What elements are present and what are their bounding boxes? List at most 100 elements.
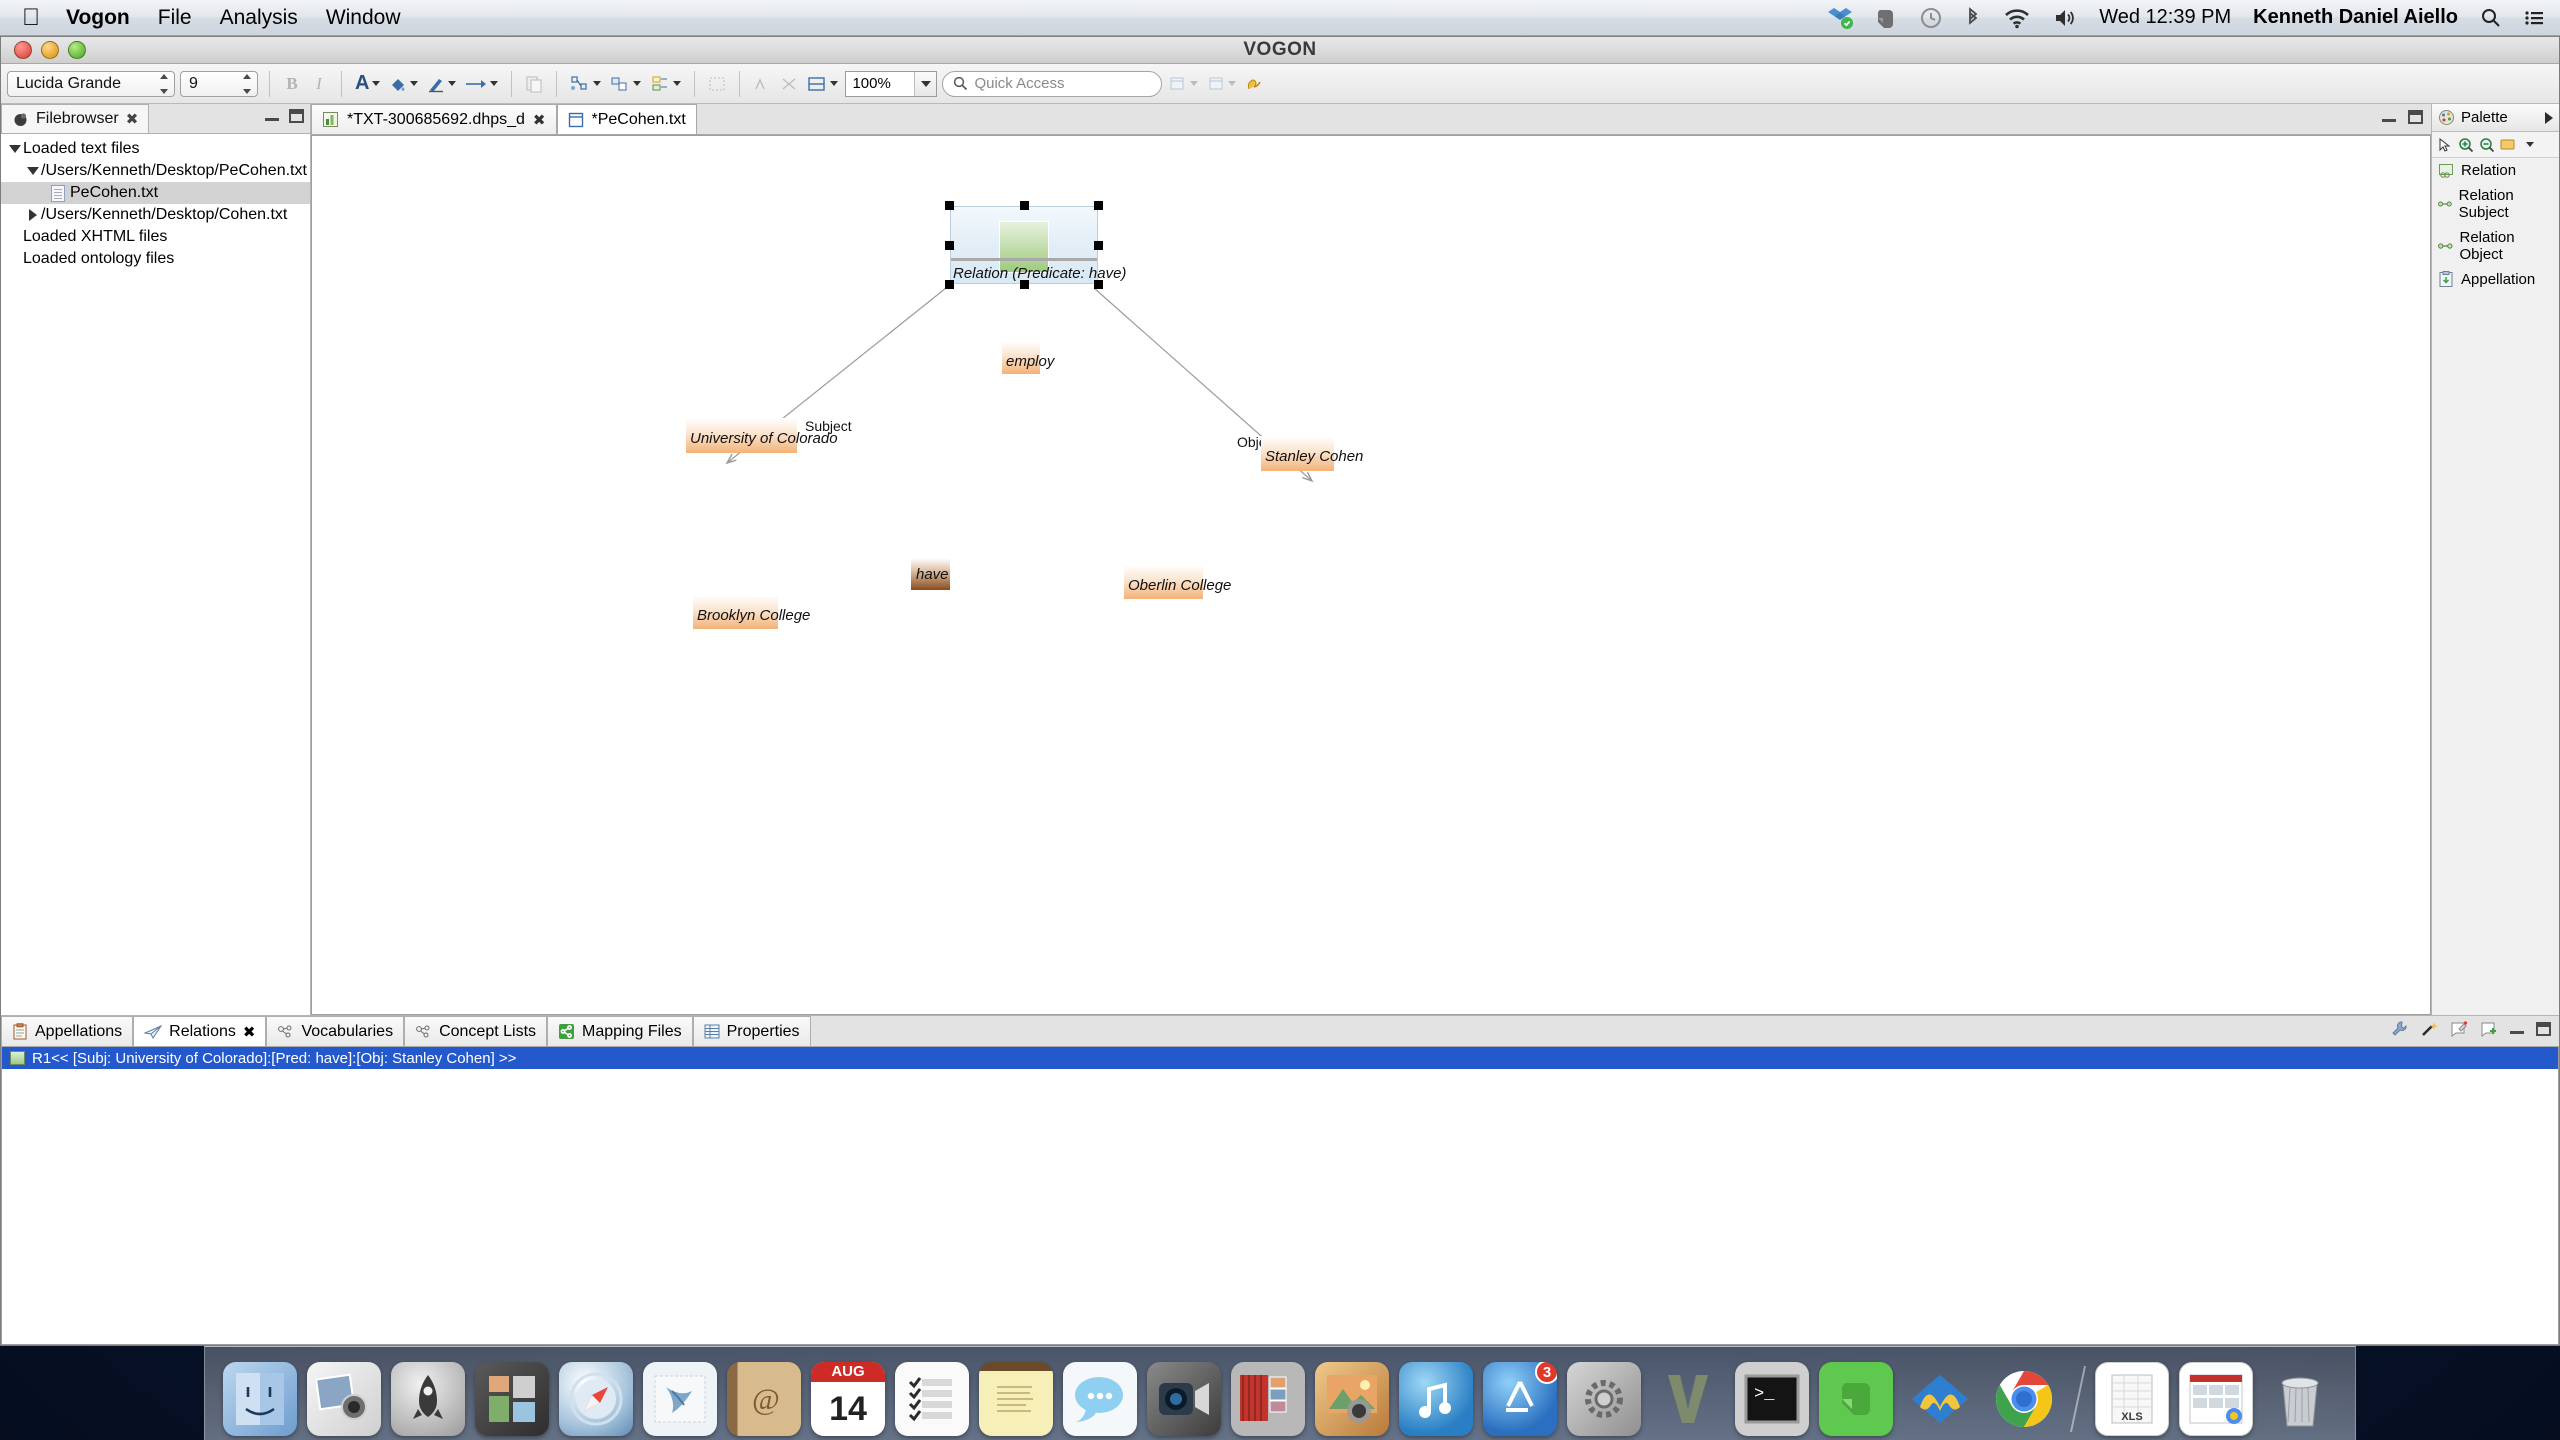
resize-handle-n[interactable]	[1020, 201, 1029, 210]
ruler-icon[interactable]	[751, 70, 773, 98]
graph-node-employ[interactable]: employ	[1002, 341, 1054, 374]
note-tool-icon[interactable]	[2500, 137, 2518, 153]
minimize-icon[interactable]	[2382, 112, 2396, 122]
tab-concept-lists[interactable]: Concept Lists	[404, 1016, 548, 1046]
font-size-combo[interactable]: 9	[180, 70, 258, 97]
volume-icon[interactable]	[2053, 6, 2077, 30]
twisty-down-icon[interactable]	[7, 145, 23, 153]
vogon-perspective-icon[interactable]	[1243, 70, 1267, 98]
minimize-icon[interactable]	[2510, 1024, 2524, 1034]
twisty-right-icon[interactable]	[25, 209, 41, 221]
dock-item-safari[interactable]	[559, 1362, 633, 1436]
close-icon[interactable]: ✖	[126, 110, 139, 128]
tree-row[interactable]: Loaded ontology files	[1, 248, 310, 270]
relation-node-box[interactable]: Relation (Predicate: have)	[950, 206, 1126, 284]
bold-button[interactable]: B	[281, 70, 303, 98]
wrench-icon[interactable]	[2390, 1020, 2408, 1038]
zoom-level-combo[interactable]: 100%	[845, 70, 938, 97]
minimize-icon[interactable]	[265, 111, 279, 121]
tree-row[interactable]: /Users/Kenneth/Desktop/Cohen.txt	[1, 204, 310, 226]
menu-item-analysis[interactable]: Analysis	[220, 6, 298, 30]
match-size-icon[interactable]	[648, 70, 683, 98]
dock-item-system-preferences[interactable]	[1567, 1362, 1641, 1436]
file-tree[interactable]: Loaded text files /Users/Kenneth/Desktop…	[1, 134, 310, 1015]
add-note-icon[interactable]	[2480, 1020, 2498, 1038]
menu-item-file[interactable]: File	[158, 6, 192, 30]
dock-item-notes[interactable]	[979, 1362, 1053, 1436]
copy-format-icon[interactable]	[523, 70, 545, 98]
dock-item-mail[interactable]	[643, 1362, 717, 1436]
dock-item-calendar[interactable]: AUG 14	[811, 1362, 885, 1436]
tab-properties[interactable]: Properties	[692, 1016, 811, 1046]
maximize-icon[interactable]	[2408, 110, 2423, 124]
resize-handle-w[interactable]	[945, 241, 954, 250]
maximize-icon[interactable]	[2536, 1022, 2551, 1036]
maximize-icon[interactable]	[289, 109, 304, 123]
dock-item-xls-file[interactable]: XLS	[2095, 1362, 2169, 1436]
dropbox-icon[interactable]	[1827, 6, 1854, 30]
font-family-stepper[interactable]	[157, 73, 170, 94]
snap-icon[interactable]	[778, 70, 800, 98]
tree-row[interactable]: Loaded XHTML files	[1, 226, 310, 248]
italic-button[interactable]: I	[308, 70, 330, 98]
dock-item-itunes[interactable]	[1399, 1362, 1473, 1436]
timemachine-icon[interactable]	[1919, 6, 1943, 30]
resize-handle-e[interactable]	[1094, 241, 1103, 250]
distribute-nodes-icon[interactable]	[608, 70, 643, 98]
palette-item-appellation[interactable]: Appellation	[2432, 267, 2559, 292]
dock-item-evernote[interactable]	[1819, 1362, 1893, 1436]
editor-tab-text[interactable]: *PeCohen.txt	[556, 104, 697, 134]
dock-item-reminders[interactable]	[895, 1362, 969, 1436]
align-nodes-icon[interactable]	[568, 70, 603, 98]
palette-item-relation[interactable]: Relation	[2432, 158, 2559, 183]
tree-row-selected[interactable]: PeCohen.txt	[1, 182, 310, 204]
dock-item-vogon[interactable]	[1651, 1362, 1725, 1436]
dock-item-photo-booth[interactable]	[1231, 1362, 1305, 1436]
wand-icon[interactable]	[2420, 1020, 2438, 1038]
menubar-clock[interactable]: Wed 12:39 PM	[2099, 6, 2231, 29]
dock-item-iphoto[interactable]	[307, 1362, 381, 1436]
relations-list[interactable]: R1<< [Subj: University of Colorado]:[Pre…	[1, 1047, 2559, 1345]
editor-tab-graph[interactable]: *TXT-300685692.dhps_d ✖	[311, 104, 557, 134]
zoom-in-icon[interactable]	[2458, 137, 2474, 153]
palette-item-relation-object[interactable]: Relation Object	[2432, 225, 2559, 267]
switch-perspective-icon[interactable]	[1205, 70, 1238, 98]
graph-node-brooklyn-college[interactable]: Brooklyn College	[693, 595, 810, 629]
tree-row[interactable]: Loaded text files	[1, 138, 310, 160]
dock-item-trash[interactable]	[2263, 1362, 2337, 1436]
font-color-icon[interactable]: A	[353, 70, 382, 98]
dock-item-app-store[interactable]: 3	[1483, 1362, 1557, 1436]
graph-node-oberlin-college[interactable]: Oberlin College	[1124, 565, 1231, 599]
font-family-combo[interactable]: Lucida Grande	[7, 70, 175, 97]
quick-access-input[interactable]: Quick Access	[942, 70, 1163, 97]
resize-handle-se[interactable]	[1094, 280, 1103, 289]
tab-vocabularies[interactable]: Vocabularies	[266, 1016, 405, 1046]
chevron-down-icon[interactable]	[2526, 142, 2534, 147]
notification-center-icon[interactable]	[2524, 6, 2546, 30]
expand-arrow-icon[interactable]	[2545, 111, 2553, 124]
dock-item-finder[interactable]	[223, 1362, 297, 1436]
graph-node-have[interactable]: have	[911, 558, 950, 590]
tab-appellations[interactable]: Appellations	[1, 1016, 134, 1046]
fill-color-icon[interactable]	[387, 70, 420, 98]
tab-filebrowser[interactable]: Filebrowser ✖	[1, 104, 150, 133]
chevron-down-icon[interactable]	[914, 71, 937, 96]
wifi-icon[interactable]	[2003, 6, 2031, 30]
resize-handle-ne[interactable]	[1094, 201, 1103, 210]
spotlight-search-icon[interactable]	[2480, 6, 2502, 30]
select-tool-icon[interactable]	[2437, 137, 2453, 153]
menu-item-window[interactable]: Window	[326, 6, 401, 30]
dock-item-downloads-stack[interactable]	[2179, 1362, 2253, 1436]
evernote-icon[interactable]	[1875, 6, 1897, 30]
dock-item-contacts[interactable]: @	[727, 1362, 801, 1436]
apple-menu-icon[interactable]: 	[22, 5, 40, 30]
edit-note-icon[interactable]	[2450, 1020, 2468, 1038]
dock-item-mendeley[interactable]	[1903, 1362, 1977, 1436]
font-size-stepper[interactable]	[240, 73, 253, 94]
line-style-icon[interactable]	[463, 70, 500, 98]
dock-item-chrome[interactable]	[1987, 1362, 2061, 1436]
close-icon[interactable]: ✖	[243, 1023, 256, 1041]
dock-item-terminal[interactable]: >_	[1735, 1362, 1809, 1436]
resize-handle-s[interactable]	[1020, 280, 1029, 289]
resize-handle-nw[interactable]	[945, 201, 954, 210]
